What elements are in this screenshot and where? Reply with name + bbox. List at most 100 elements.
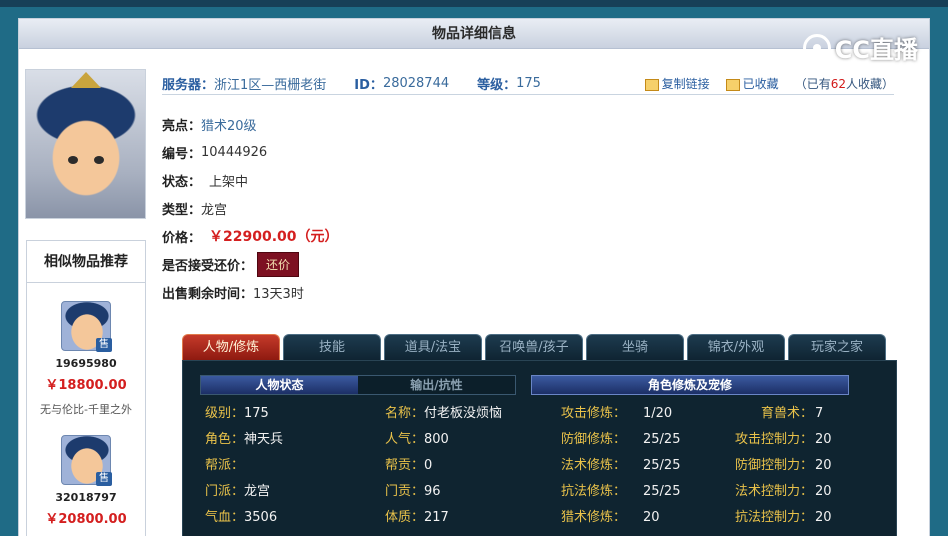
top-bar	[0, 0, 948, 7]
attr-key: 攻击修炼：	[561, 406, 627, 421]
tab-items[interactable]: 道具/法宝	[384, 334, 482, 360]
attr-row: 级别：175	[205, 401, 283, 427]
attr-value: 20	[643, 510, 660, 525]
attr-value: 20	[815, 458, 832, 473]
similar-items-title: 相似物品推荐	[27, 241, 145, 283]
favorite-label: 已收藏	[742, 77, 779, 91]
page-title: 物品详细信息	[19, 19, 929, 49]
attr-row: 帮派：	[205, 453, 283, 479]
attr-key: 级别：	[205, 406, 245, 421]
attr-row: 防御控制力： 20	[713, 453, 832, 479]
serial-label: 编号：	[162, 146, 202, 162]
similar-item[interactable]: 售 32018797 ￥20800.00	[27, 435, 145, 527]
attr-value: 神天兵	[244, 432, 284, 447]
attr-key: 抗法修炼：	[561, 484, 627, 499]
fav-suffix: 人收藏）	[845, 77, 894, 91]
similar-item-id: 32018797	[55, 491, 117, 504]
price-row: 价格： ￥22900.00（元）	[162, 222, 339, 250]
tab-mounts[interactable]: 坐骑	[586, 334, 684, 360]
attr-row: 防御修炼： 25/25	[561, 427, 680, 453]
tab-home[interactable]: 玩家之家	[788, 334, 886, 360]
attr-key: 气血：	[205, 510, 245, 525]
attr-value: 20	[815, 432, 832, 447]
remaining-value: 13天3时	[253, 286, 304, 302]
haggle-label: 是否接受还价：	[162, 258, 254, 274]
price-value: ￥22900.00（元）	[209, 229, 339, 245]
attr-row: 法术控制力： 20	[713, 479, 832, 505]
server-label: 服务器：	[162, 78, 215, 93]
attr-row: 法术修炼： 25/25	[561, 453, 680, 479]
tab-skills[interactable]: 技能	[283, 334, 381, 360]
attr-row: 门派：龙宫	[205, 479, 283, 505]
attr-value: 龙宫	[244, 484, 271, 499]
attr-row: 角色：神天兵	[205, 427, 283, 453]
attr-key: 体质：	[385, 510, 425, 525]
similar-item[interactable]: 售 19695980 ￥18800.00 无与伦比-千里之外	[27, 301, 145, 417]
attr-row: 门贡：96	[385, 479, 502, 505]
attr-value: 800	[424, 432, 449, 447]
attr-value: 20	[815, 510, 832, 525]
remaining-row: 出售剩余时间： 13天3时	[162, 278, 339, 306]
attr-row: 体质：217	[385, 505, 502, 531]
tab-character-status[interactable]: 人物状态	[201, 376, 358, 394]
attr-key: 帮派：	[205, 458, 245, 473]
attr-key: 人气：	[385, 432, 425, 447]
remaining-label: 出售剩余时间：	[162, 286, 254, 302]
haggle-button[interactable]: 还价	[257, 251, 300, 277]
attr-value: 217	[424, 510, 449, 525]
tab-character[interactable]: 人物/修炼	[182, 334, 280, 360]
attr-key: 门贡：	[385, 484, 425, 499]
attr-row: 育兽术： 7	[713, 401, 832, 427]
attr-key: 帮贡：	[385, 458, 425, 473]
attr-column-cultivation: 攻击修炼： 1/20 防御修炼： 25/25 法术修炼： 25/25 抗法修炼： 25/…	[561, 401, 680, 531]
attr-value: 96	[424, 484, 441, 499]
fav-count-number: 62	[830, 77, 846, 91]
attr-key: 抗法控制力：	[734, 510, 813, 525]
attr-value: 175	[244, 406, 269, 421]
attr-column-control: 育兽术： 7 攻击控制力： 20 防御控制力： 20 法术控制力： 20 抗法控制力： 2…	[713, 401, 832, 531]
attr-key: 攻击控制力：	[734, 432, 813, 447]
status-value: 上架中	[209, 174, 249, 190]
attr-key: 防御修炼：	[561, 432, 627, 447]
similar-item-thumbnail[interactable]: 售	[61, 435, 112, 486]
favorite-button[interactable]: 已收藏	[725, 75, 789, 92]
attr-value: 25/25	[643, 458, 681, 473]
tab-outfits[interactable]: 锦衣/外观	[687, 334, 785, 360]
attr-row: 帮贡：0	[385, 453, 502, 479]
haggle-row: 是否接受还价： 还价	[162, 250, 339, 278]
for-sale-badge: 售	[96, 472, 112, 486]
attr-row: 人气：800	[385, 427, 502, 453]
tab-summons[interactable]: 召唤兽/孩子	[485, 334, 583, 360]
server-info-row: 服务器： 浙江1区—西栅老街 ID： 28028744 等级： 175 复制链接…	[162, 73, 894, 95]
cultivation-section-header: 角色修炼及宠修	[531, 375, 849, 395]
similar-item-thumbnail[interactable]: 售	[61, 301, 112, 352]
highlight-row: 亮点： 猎术20级	[162, 110, 339, 138]
fav-prefix: （已有	[794, 77, 831, 91]
serial-row: 编号： 10444926	[162, 138, 339, 166]
attr-key: 角色：	[205, 432, 245, 447]
similar-items-box: 相似物品推荐 售 19695980 ￥18800.00 无与伦比-千里之外 售 …	[26, 240, 146, 536]
id-value: 28028744	[382, 76, 450, 91]
copy-link-label: 复制链接	[661, 77, 710, 91]
id-label: ID：	[354, 78, 383, 93]
type-row: 类型： 龙宫	[162, 194, 339, 222]
attr-key: 育兽术：	[760, 406, 813, 421]
character-portrait-image	[25, 69, 146, 219]
tab-output-resist[interactable]: 输出/抗性	[358, 376, 515, 394]
type-value: 龙宫	[201, 202, 228, 218]
helmet-crest	[71, 72, 101, 88]
similar-item-price: ￥20800.00	[45, 512, 127, 527]
similar-item-id: 19695980	[55, 357, 117, 370]
status-label: 状态：	[162, 174, 202, 190]
watermark-logo-icon	[802, 33, 831, 62]
attr-column-basic: 级别：175 角色：神天兵 帮派： 门派：龙宫 气血：3506	[205, 401, 283, 531]
attr-value: 20	[815, 484, 832, 499]
server-value: 浙江1区—西栅老街	[214, 78, 327, 93]
attr-value: 25/25	[643, 484, 681, 499]
attr-row: 攻击修炼： 1/20	[561, 401, 680, 427]
copy-link-button[interactable]: 复制链接	[644, 75, 720, 92]
portrait-eye-right	[94, 156, 104, 164]
attr-row: 名称：付老板没烦恼	[385, 401, 502, 427]
attr-value: 25/25	[643, 432, 681, 447]
watermark-text: CC直播	[834, 36, 918, 64]
